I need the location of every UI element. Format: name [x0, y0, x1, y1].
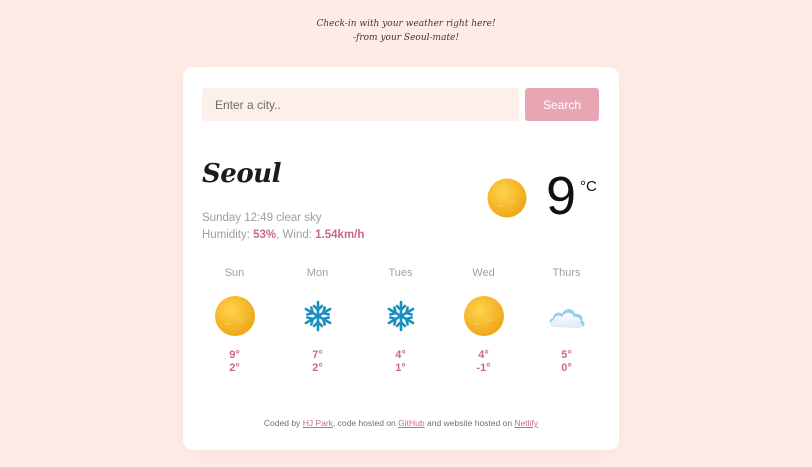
forecast-day: Wed 4° -1° [442, 267, 525, 375]
tagline-line-2: -from your Seoul-mate! [352, 33, 460, 43]
temperature-unit: °C [580, 178, 597, 195]
sun-icon [463, 296, 504, 336]
forecast-min-temp: 0° [561, 362, 572, 374]
forecast-day-name: Sun [224, 267, 245, 279]
netlify-link[interactable]: Netlify [514, 418, 538, 428]
forecast-day: Mon 7° 2° [276, 267, 359, 375]
forecast-day-name: Wed [472, 267, 495, 279]
weather-card: Search Seoul Sunday 12:49 clear sky Humi… [183, 67, 619, 450]
humidity-label: Humidity: [202, 229, 250, 241]
footer-coded-by: Coded by [263, 418, 301, 428]
sun-icon [214, 296, 255, 336]
tagline: Check-in with your weather right here! -… [0, 17, 812, 45]
forecast-max-temp: 9° [229, 349, 240, 361]
forecast-row: Sun 9° 2° Mon 7° 2° Tues 4° 1° Wed 4° -1… [183, 267, 619, 387]
forecast-min-temp: 2° [229, 362, 240, 374]
snowflake-icon [304, 300, 331, 332]
author-link[interactable]: HJ Park [303, 418, 333, 428]
tagline-line-1: Check-in with your weather right here! [316, 19, 496, 29]
forecast-max-temp: 4° [395, 349, 406, 361]
forecast-day-name: Thurs [552, 267, 581, 279]
forecast-day: Tues 4° 1° [359, 267, 442, 375]
footer: Coded by HJ Park, code hosted on GitHub … [183, 418, 619, 428]
datetime-description: Sunday 12:49 clear sky [202, 212, 322, 224]
current-temperature: 9 [546, 166, 577, 226]
forecast-day: Sun 9° 2° [193, 267, 276, 375]
forecast-min-temp: 1° [395, 362, 406, 374]
forecast-min-temp: -1° [476, 362, 491, 374]
sun-icon [487, 178, 527, 218]
github-link[interactable]: GitHub [398, 418, 424, 428]
forecast-max-temp: 5° [561, 349, 572, 361]
forecast-max-temp: 7° [312, 349, 323, 361]
forecast-day-name: Mon [306, 267, 329, 279]
city-search-input[interactable] [202, 88, 519, 121]
wind-label: , Wind: [276, 229, 312, 241]
footer-code-hosted: , code hosted on [332, 418, 396, 428]
forecast-day: Thurs 5° 0° [525, 267, 608, 375]
forecast-day-name: Tues [388, 267, 413, 279]
search-button[interactable]: Search [525, 88, 599, 121]
humidity-wind-line: Humidity: 53%, Wind: 1.54km/h [202, 227, 364, 244]
current-details: Sunday 12:49 clear sky Humidity: 53%, Wi… [202, 210, 364, 244]
cloud-icon [549, 309, 585, 328]
forecast-min-temp: 2° [312, 362, 323, 374]
humidity-value: 53% [253, 229, 277, 241]
city-name: Seoul [202, 159, 281, 189]
wind-value: 1.54km/h [315, 229, 365, 241]
forecast-max-temp: 4° [478, 349, 489, 361]
footer-website-hosted: and website hosted on [427, 418, 513, 428]
snowflake-icon [387, 300, 414, 332]
